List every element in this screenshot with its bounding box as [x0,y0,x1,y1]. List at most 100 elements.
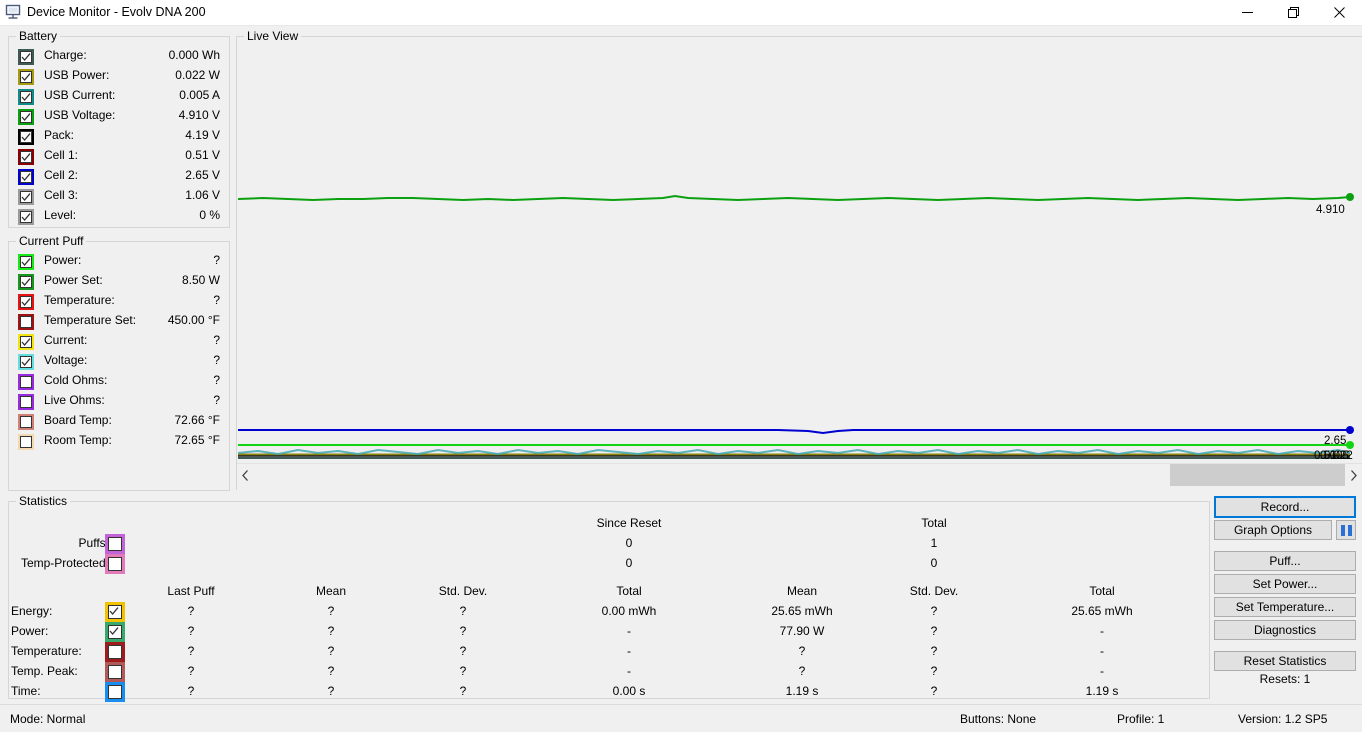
resets-count: Resets: 1 [1259,672,1311,686]
current-puff-item-value: ? [213,373,220,387]
current-puff-item-value: 450.00 °F [167,313,220,327]
pause-bar-left [1340,524,1345,536]
battery-item-label: Cell 3: [44,188,79,202]
statistics-cell: ? [798,644,806,658]
current-puff-item-label: Live Ohms: [44,393,105,407]
statistics-group-label: Statistics [16,494,71,508]
graph-options-button[interactable]: Graph Options [1214,520,1332,540]
battery-item-value: 0 % [199,208,220,222]
battery-item-checkbox[interactable] [18,89,34,105]
battery-item-checkbox[interactable] [18,209,34,225]
statistics-row-checkbox[interactable] [105,602,125,622]
status-profile: Profile: 1 [1117,712,1165,726]
current-puff-item-label: Current: [44,333,88,347]
current-puff-item-checkbox[interactable] [18,254,34,270]
current-puff-item-checkbox[interactable] [18,374,34,390]
statistics-column-header: Mean [315,584,347,598]
diagnostics-button[interactable]: Diagnostics [1214,620,1356,640]
current-puff-item-label: Temperature Set: [44,313,137,327]
record-button[interactable]: Record... [1214,496,1356,518]
reset-statistics-button[interactable]: Reset Statistics [1214,651,1356,671]
statistics-row-checkbox[interactable] [105,662,125,682]
pause-bar-right [1347,524,1352,536]
current-puff-item-checkbox[interactable] [18,414,34,430]
puff-count-checkbox[interactable] [105,554,125,574]
statistics-cell: ? [930,664,938,678]
statistics-row-label: Temp. Peak: [11,664,78,678]
statistics-cell: - [1100,624,1104,638]
battery-group: Battery Charge: 0.000 Wh USB Power: 0.022 W… [8,29,230,228]
statistics-row-checkbox[interactable] [105,642,125,662]
current-puff-group-label: Current Puff [16,234,87,248]
current-puff-item-checkbox[interactable] [18,294,34,310]
chevron-right-icon[interactable] [1345,464,1362,486]
battery-item-value: 1.06 V [185,188,220,202]
statistics-cell: ? [327,664,335,678]
maximize-icon[interactable] [1270,0,1316,25]
statistics-cell: ? [459,604,467,618]
pause-icon[interactable] [1336,520,1356,540]
live-view-plot[interactable]: 4.910 2.65 0.51 0.005 0.022 [238,46,1362,462]
puff-count-since-reset: 0 [625,536,633,550]
battery-item-label: Cell 2: [44,168,79,182]
battery-item-row: Cell 1: 0.51 V [18,147,220,167]
close-icon[interactable] [1316,0,1362,25]
puff-count-label: Puffs: [78,536,109,550]
statistics-cell: - [627,624,631,638]
battery-item-checkbox[interactable] [18,69,34,85]
current-puff-item-value: 72.65 °F [174,433,221,447]
statistics-row-checkbox[interactable] [105,622,125,642]
statistics-cell: 1.19 s [785,684,819,698]
device-monitor-window: Device Monitor - Evolv DNA 200 Battery C… [0,0,1362,732]
chevron-left-icon[interactable] [237,464,254,486]
minimize-icon[interactable] [1224,0,1270,25]
current-puff-item-checkbox[interactable] [18,274,34,290]
current-puff-item-checkbox[interactable] [18,394,34,410]
set-temperature-button[interactable]: Set Temperature... [1214,597,1356,617]
puff-button[interactable]: Puff... [1214,551,1356,571]
scrollbar-thumb[interactable] [1170,464,1345,486]
battery-item-row: USB Power: 0.022 W [18,67,220,87]
set-power-button[interactable]: Set Power... [1214,574,1356,594]
scrollbar-track[interactable] [254,464,1345,486]
battery-item-label: Pack: [44,128,75,142]
battery-item-checkbox[interactable] [18,129,34,145]
battery-item-checkbox[interactable] [18,149,34,165]
puff-count-label: Temp-Protected: [20,556,109,570]
puff-count-checkbox[interactable] [105,534,125,554]
battery-group-label: Battery [16,29,61,43]
statistics-cell: ? [187,644,195,658]
current-puff-item-checkbox[interactable] [18,334,34,350]
current-puff-item-value: ? [213,353,220,367]
battery-item-row: Pack: 4.19 V [18,127,220,147]
battery-item-label: USB Voltage: [44,108,116,122]
battery-item-checkbox[interactable] [18,49,34,65]
battery-item-value: 4.910 V [178,108,220,122]
status-bar: Mode: Normal Buttons: None Profile: 1 Ve… [0,704,1362,732]
statistics-cell: 25.65 mWh [771,604,833,618]
battery-item-checkbox[interactable] [18,169,34,185]
statistics-row-checkbox[interactable] [105,682,125,702]
battery-item-row: Cell 3: 1.06 V [18,187,220,207]
battery-item-label: Cell 1: [44,148,79,162]
current-puff-item-row: Current:? [18,332,220,352]
battery-item-checkbox[interactable] [18,189,34,205]
statistics-column-header: Total [616,584,642,598]
statistics-cell: ? [459,684,467,698]
current-puff-item-value: ? [213,293,220,307]
live-view-scrollbar[interactable] [237,463,1362,486]
current-puff-group: Current Puff Power:? Power Set: 8.50 W Temp… [8,234,230,491]
current-puff-item-row: Power Set: 8.50 W [18,272,220,292]
total-header: Total [921,516,947,530]
status-version: Version: 1.2 SP5 [1238,712,1328,726]
statistics-cell: 0.00 mWh [601,604,657,618]
current-puff-item-label: Room Temp: [44,433,112,447]
live-view-group-label: Live View [244,29,302,43]
current-puff-item-checkbox[interactable] [18,354,34,370]
current-puff-item-checkbox[interactable] [18,314,34,330]
current-puff-item-label: Power Set: [44,273,103,287]
current-puff-item-row: Live Ohms:? [18,392,220,412]
current-puff-item-checkbox[interactable] [18,434,34,450]
statistics-cell: ? [327,624,335,638]
battery-item-checkbox[interactable] [18,109,34,125]
